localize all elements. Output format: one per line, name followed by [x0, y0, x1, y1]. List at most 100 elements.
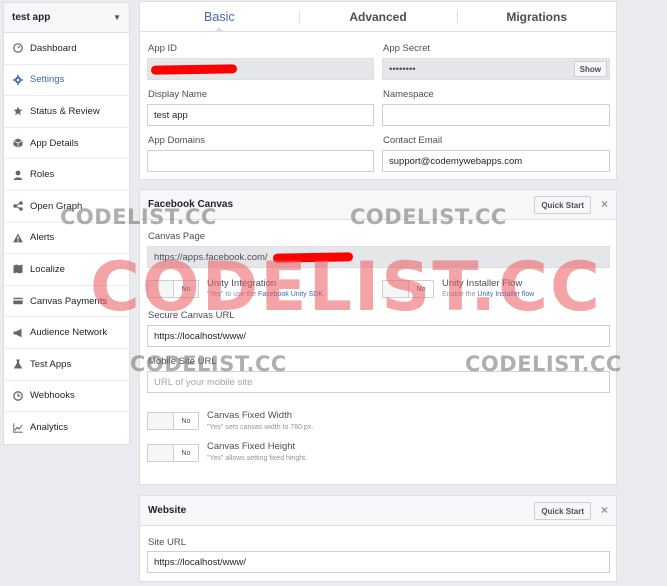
canvas-page-field: https://apps.facebook.com/ — [147, 246, 610, 268]
app-secret-label: App Secret — [383, 43, 430, 54]
app-selector[interactable]: test app ▼ — [4, 3, 129, 33]
mobile-site-url-label: Mobile Site URL — [148, 356, 217, 367]
tab-migrations[interactable]: Migrations — [457, 2, 616, 31]
facebook-canvas-panel: Facebook Canvas Quick Start × Canvas Pag… — [139, 189, 617, 485]
unity-integration-toggle[interactable]: No — [147, 280, 199, 298]
app-id-field — [147, 58, 374, 80]
contact-email-label: Contact Email — [383, 135, 443, 146]
megaphone-icon — [12, 327, 24, 339]
sidebar-item-canvas-payments[interactable]: Canvas Payments — [4, 286, 129, 318]
webhook-icon — [12, 390, 24, 402]
redaction-mark — [150, 64, 238, 75]
toggle-no-label: No — [181, 449, 191, 457]
sidebar-item-alerts[interactable]: Alerts — [4, 223, 129, 255]
namespace-input[interactable] — [382, 104, 610, 126]
sidebar-item-test-apps[interactable]: Test Apps — [4, 349, 129, 381]
canvas-section-title: Facebook Canvas — [148, 199, 234, 210]
app-id-label: App ID — [148, 43, 178, 54]
sidebar-item-audience-network[interactable]: Audience Network — [4, 317, 129, 349]
sidebar-item-label: Dashboard — [30, 42, 77, 54]
unity-integration-subtitle: "Yes" to use the Facebook Unity SDK — [207, 291, 324, 298]
unity-installer-toggle[interactable]: No — [382, 280, 434, 298]
star-icon — [12, 105, 24, 117]
facebook-unity-sdk-link[interactable]: Facebook Unity SDK — [258, 291, 323, 298]
toggle-no-label: No — [416, 285, 426, 293]
namespace-label: Namespace — [383, 89, 434, 100]
sidebar-item-label: Test Apps — [30, 358, 72, 370]
contact-email-value: support@codemywebapps.com — [389, 155, 523, 167]
website-close-icon[interactable]: × — [601, 504, 608, 516]
box-icon — [12, 137, 24, 149]
sidebar-item-label: Webhooks — [30, 390, 75, 402]
app-domains-input[interactable] — [147, 150, 374, 172]
sidebar-item-dashboard[interactable]: Dashboard — [4, 33, 129, 65]
toggle-knob — [148, 413, 174, 429]
display-name-input[interactable]: test app — [147, 104, 374, 126]
map-icon — [12, 263, 24, 275]
unity-installer-title: Unity Installer Flow — [442, 278, 523, 289]
toggle-no-label: No — [181, 417, 191, 425]
person-icon — [12, 169, 24, 181]
sidebar-item-label: App Details — [30, 137, 79, 149]
canvas-page-value: https://apps.facebook.com/ — [154, 251, 268, 263]
sidebar-item-label: Alerts — [30, 232, 55, 244]
canvas-fixed-height-title: Canvas Fixed Height — [207, 441, 296, 452]
sidebar-item-status-review[interactable]: Status & Review — [4, 96, 129, 128]
canvas-fixed-width-title: Canvas Fixed Width — [207, 410, 293, 421]
sidebar-item-label: Roles — [30, 169, 55, 181]
secure-canvas-url-input[interactable]: https://localhost/www/ — [147, 325, 610, 347]
canvas-fixed-height-toggle[interactable]: No — [147, 444, 199, 462]
caret-down-icon: ▼ — [113, 13, 121, 22]
mobile-site-url-input[interactable]: URL of your mobile site — [147, 371, 610, 393]
sidebar-item-label: Localize — [30, 263, 65, 275]
chart-icon — [12, 422, 24, 434]
unity-installer-flow-link[interactable]: Unity Installer flow — [477, 291, 534, 298]
gear-icon — [12, 74, 24, 86]
sidebar-item-app-details[interactable]: App Details — [4, 128, 129, 160]
redaction-mark — [272, 252, 354, 263]
tab-basic[interactable]: Basic — [140, 2, 299, 32]
site-url-value: https://localhost/www/ — [154, 556, 246, 568]
canvas-page-label: Canvas Page — [148, 231, 206, 242]
sidebar-item-webhooks[interactable]: Webhooks — [4, 381, 129, 413]
app-selector-label: test app — [12, 12, 51, 23]
flask-icon — [12, 358, 24, 370]
site-url-input[interactable]: https://localhost/www/ — [147, 551, 610, 573]
app-domains-label: App Domains — [148, 135, 206, 146]
unity-integration-title: Unity Integration — [207, 278, 277, 289]
website-panel: Website Quick Start × Site URL https://l… — [139, 495, 617, 582]
settings-tabs: Basic Advanced Migrations — [140, 2, 616, 32]
toggle-knob — [148, 445, 174, 461]
alert-icon — [12, 232, 24, 244]
sidebar-item-analytics[interactable]: Analytics — [4, 412, 129, 444]
sidebar-item-label: Status & Review — [30, 105, 100, 117]
canvas-section-header: Facebook Canvas Quick Start × — [140, 190, 616, 220]
canvas-fixed-width-subtitle: "Yes" sets canvas width to 760 px. — [207, 424, 314, 431]
toggle-no-label: No — [181, 285, 191, 293]
sidebar-item-roles[interactable]: Roles — [4, 159, 129, 191]
secure-canvas-url-label: Secure Canvas URL — [148, 310, 235, 321]
canvas-fixed-height-subtitle: "Yes" allows setting fixed height. — [207, 455, 308, 462]
display-name-label: Display Name — [148, 89, 208, 100]
sidebar-item-label: Analytics — [30, 422, 69, 434]
website-quick-start-button[interactable]: Quick Start — [534, 502, 591, 520]
basic-settings-panel: Basic Advanced Migrations App ID App Sec… — [139, 1, 617, 180]
secure-canvas-url-value: https://localhost/www/ — [154, 330, 246, 342]
canvas-quick-start-button[interactable]: Quick Start — [534, 196, 591, 214]
sidebar-item-open-graph[interactable]: Open Graph — [4, 191, 129, 223]
show-secret-button[interactable]: Show — [573, 61, 607, 77]
tab-advanced[interactable]: Advanced — [298, 2, 458, 31]
contact-email-input[interactable]: support@codemywebapps.com — [382, 150, 610, 172]
sidebar-item-localize[interactable]: Localize — [4, 254, 129, 286]
display-name-value: test app — [154, 109, 188, 121]
website-section-title: Website — [148, 505, 187, 516]
sidebar-item-label: Canvas Payments — [30, 295, 108, 307]
site-url-label: Site URL — [148, 537, 187, 548]
canvas-fixed-width-toggle[interactable]: No — [147, 412, 199, 430]
app-secret-field: •••••••• Show — [382, 58, 610, 80]
canvas-close-icon[interactable]: × — [601, 198, 608, 210]
sidebar-item-settings[interactable]: Settings — [4, 65, 129, 97]
unity-installer-subtitle: Enable the Unity Installer flow — [442, 291, 535, 298]
sidebar-item-label: Open Graph — [30, 200, 83, 212]
toggle-knob — [148, 281, 174, 297]
